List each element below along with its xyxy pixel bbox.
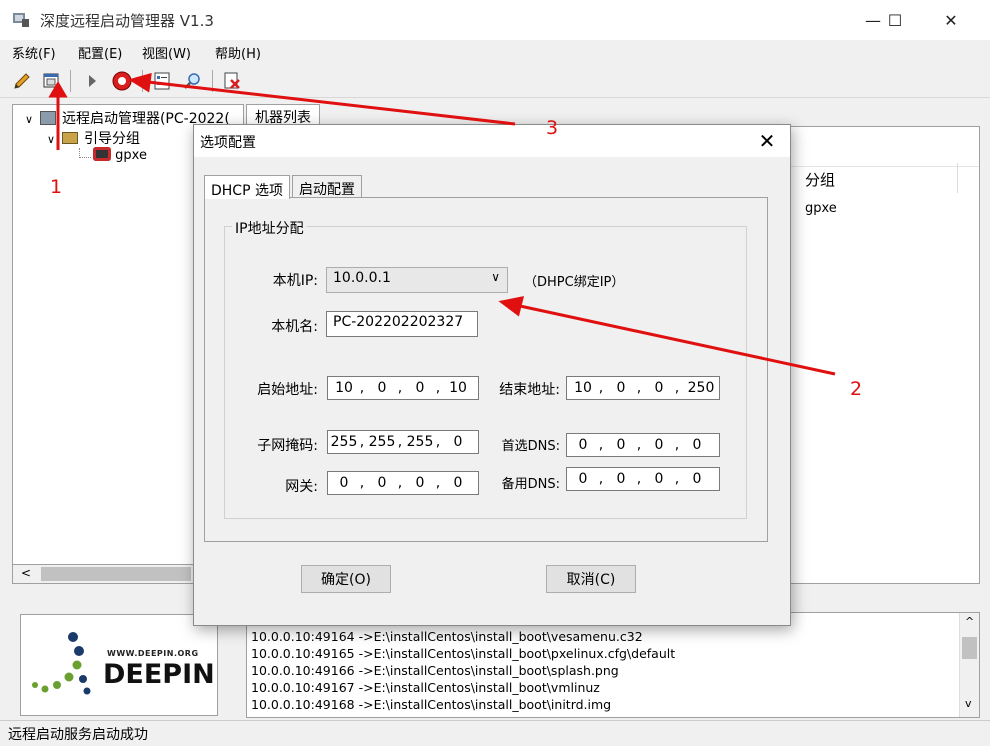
tab-dhcp-options[interactable]: DHCP 选项 [204, 175, 290, 199]
annotation-layer [48, 72, 836, 376]
annotation-arrowhead-3 [128, 72, 152, 93]
annotation-label-1: 1 [50, 176, 63, 198]
annotation-arrow-3 [147, 80, 516, 126]
annotation-arrowhead-2 [498, 296, 525, 317]
annotation-label-2: 2 [850, 378, 863, 400]
annotation-arrowhead-1 [48, 81, 68, 98]
annotation-arrow-2 [519, 304, 836, 376]
annotation-label-3: 3 [546, 117, 559, 139]
